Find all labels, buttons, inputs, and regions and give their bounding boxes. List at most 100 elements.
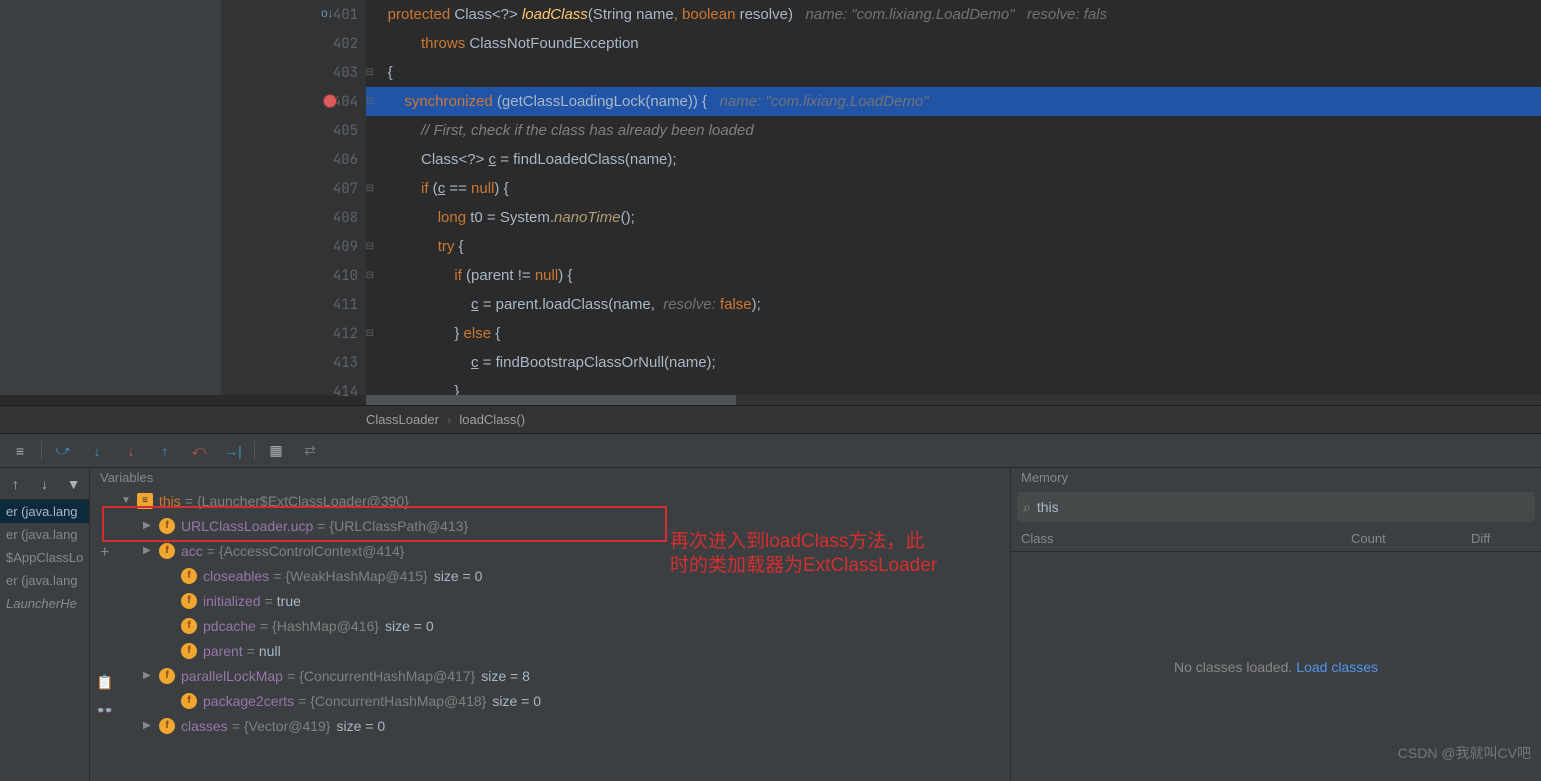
f-icon: f: [159, 668, 175, 684]
variable-row[interactable]: fparent = null: [96, 638, 1010, 663]
line-number[interactable]: 404⊟: [221, 87, 366, 116]
horizontal-scrollbar[interactable]: [366, 395, 1541, 405]
line-number[interactable]: 411: [221, 290, 366, 319]
step-over-icon[interactable]: ⤻: [49, 437, 77, 465]
memory-search[interactable]: ⌕: [1017, 492, 1535, 522]
show-execution-icon[interactable]: ≡: [6, 437, 34, 465]
code-line[interactable]: try {: [366, 232, 1541, 261]
memory-search-input[interactable]: [1037, 499, 1529, 515]
code-line[interactable]: // First, check if the class has already…: [366, 116, 1541, 145]
variable-value: {Vector@419}: [244, 718, 331, 734]
fold-icon[interactable]: ⊟: [366, 270, 374, 281]
memory-col-count[interactable]: Count: [1351, 531, 1471, 546]
variable-value: {Launcher$ExtClassLoader@390}: [197, 493, 409, 509]
variable-name: parent: [203, 643, 243, 659]
line-number[interactable]: 410⊟: [221, 261, 366, 290]
code-line[interactable]: protected Class<?> loadClass(String name…: [366, 0, 1541, 29]
editor-gutter[interactable]: 401o↓402403⊟404⊟405406407⊟408409⊟410⊟411…: [221, 0, 366, 395]
fold-icon[interactable]: ⊟: [366, 183, 374, 194]
variable-name: parallelLockMap: [181, 668, 283, 684]
variable-row[interactable]: ▼≡this = {Launcher$ExtClassLoader@390}: [96, 488, 1010, 513]
code-line[interactable]: Class<?> c = findLoadedClass(name);: [366, 145, 1541, 174]
step-into-icon[interactable]: ↓: [83, 437, 111, 465]
stack-frame[interactable]: LauncherHe: [0, 592, 89, 615]
stack-frame[interactable]: er (java.lang: [0, 523, 89, 546]
line-number[interactable]: 407⊟: [221, 174, 366, 203]
code-line[interactable]: throws ClassNotFoundException: [366, 29, 1541, 58]
code-line[interactable]: c = findBootstrapClassOrNull(name);: [366, 348, 1541, 377]
memory-col-diff[interactable]: Diff: [1471, 531, 1531, 546]
code-line[interactable]: } else {: [366, 319, 1541, 348]
expand-icon[interactable]: ▶: [143, 720, 159, 731]
expand-icon[interactable]: ▶: [143, 670, 159, 681]
line-number[interactable]: 406: [221, 145, 366, 174]
stack-frame[interactable]: er (java.lang: [0, 569, 89, 592]
f-icon: f: [181, 618, 197, 634]
add-watch-icon[interactable]: +: [100, 544, 109, 562]
fold-icon[interactable]: ⊟: [366, 328, 374, 339]
variable-row[interactable]: ▶fparallelLockMap = {ConcurrentHashMap@4…: [96, 663, 1010, 688]
fold-icon[interactable]: ⊟: [366, 241, 374, 252]
breadcrumb[interactable]: ClassLoader › loadClass(): [0, 405, 1541, 433]
override-icon[interactable]: o↓: [321, 6, 334, 20]
breadcrumb-item[interactable]: ClassLoader: [366, 412, 439, 427]
drop-frame-icon[interactable]: ⤺: [185, 437, 213, 465]
expand-icon[interactable]: ▶: [143, 520, 159, 531]
variable-row[interactable]: ▶fURLClassLoader.ucp = {URLClassPath@413…: [96, 513, 1010, 538]
variable-name: URLClassLoader.ucp: [181, 518, 313, 534]
next-frame-icon[interactable]: ↓: [36, 470, 53, 498]
memory-col-class[interactable]: Class: [1021, 531, 1351, 546]
variable-row[interactable]: finitialized = true: [96, 588, 1010, 613]
code-line[interactable]: if (parent != null) {: [366, 261, 1541, 290]
fold-icon[interactable]: ⊟: [366, 96, 374, 107]
variable-row[interactable]: ▶fclasses = {Vector@419} size = 0: [96, 713, 1010, 738]
load-classes-link[interactable]: Load classes: [1296, 659, 1378, 675]
stack-frame[interactable]: er (java.lang: [0, 500, 89, 523]
line-number[interactable]: 413: [221, 348, 366, 377]
expand-icon[interactable]: ▶: [143, 545, 159, 556]
code-line[interactable]: synchronized (getClassLoadingLock(name))…: [366, 87, 1541, 116]
code-line[interactable]: if (c == null) {: [366, 174, 1541, 203]
filter-icon[interactable]: ▼: [65, 470, 82, 498]
breadcrumb-item[interactable]: loadClass(): [459, 412, 525, 427]
line-number[interactable]: 402: [221, 29, 366, 58]
glasses-icon[interactable]: 👓: [93, 698, 117, 722]
scrollbar-thumb[interactable]: [366, 395, 736, 405]
variable-row[interactable]: fpdcache = {HashMap@416} size = 0: [96, 613, 1010, 638]
line-number[interactable]: 403⊟: [221, 58, 366, 87]
code-line[interactable]: long t0 = System.nanoTime();: [366, 203, 1541, 232]
run-to-cursor-icon[interactable]: →|: [219, 437, 247, 465]
f-icon: f: [181, 643, 197, 659]
line-number[interactable]: 414: [221, 377, 366, 406]
search-icon: ⌕: [1023, 499, 1031, 516]
breakpoint-icon[interactable]: [323, 94, 337, 108]
stack-frame[interactable]: $AppClassLo: [0, 546, 89, 569]
evaluate-icon[interactable]: ▦: [262, 437, 290, 465]
watermark: CSDN @我就叫CV吧: [1398, 743, 1531, 763]
line-number[interactable]: 408: [221, 203, 366, 232]
variable-row[interactable]: ▶facc = {AccessControlContext@414}: [96, 538, 1010, 563]
line-number[interactable]: 401o↓: [221, 0, 366, 29]
line-number[interactable]: 409⊟: [221, 232, 366, 261]
variable-row[interactable]: fcloseables = {WeakHashMap@415} size = 0: [96, 563, 1010, 588]
f-icon: f: [181, 593, 197, 609]
code-line[interactable]: c = parent.loadClass(name, resolve: fals…: [366, 290, 1541, 319]
step-out-icon[interactable]: ↑: [151, 437, 179, 465]
code-editor[interactable]: protected Class<?> loadClass(String name…: [366, 0, 1541, 395]
trace-icon[interactable]: ⇄: [296, 437, 324, 465]
fold-icon[interactable]: ⊟: [366, 67, 374, 78]
code-line[interactable]: {: [366, 58, 1541, 87]
line-number[interactable]: 412⊟: [221, 319, 366, 348]
expand-icon[interactable]: ▼: [121, 495, 137, 506]
force-step-into-icon[interactable]: ↓: [117, 437, 145, 465]
line-number[interactable]: 405: [221, 116, 366, 145]
prev-frame-icon[interactable]: ↑: [7, 470, 24, 498]
code-line[interactable]: }: [366, 377, 1541, 395]
clipboard-icon[interactable]: 📋: [93, 670, 117, 694]
memory-panel: Memory ⌕ Class Count Diff No classes loa…: [1011, 468, 1541, 781]
variable-row[interactable]: fpackage2certs = {ConcurrentHashMap@418}…: [96, 688, 1010, 713]
variable-value: {URLClassPath@413}: [329, 518, 468, 534]
variable-name: initialized: [203, 593, 261, 609]
variable-name: classes: [181, 718, 228, 734]
variables-title: Variables: [90, 468, 1010, 488]
